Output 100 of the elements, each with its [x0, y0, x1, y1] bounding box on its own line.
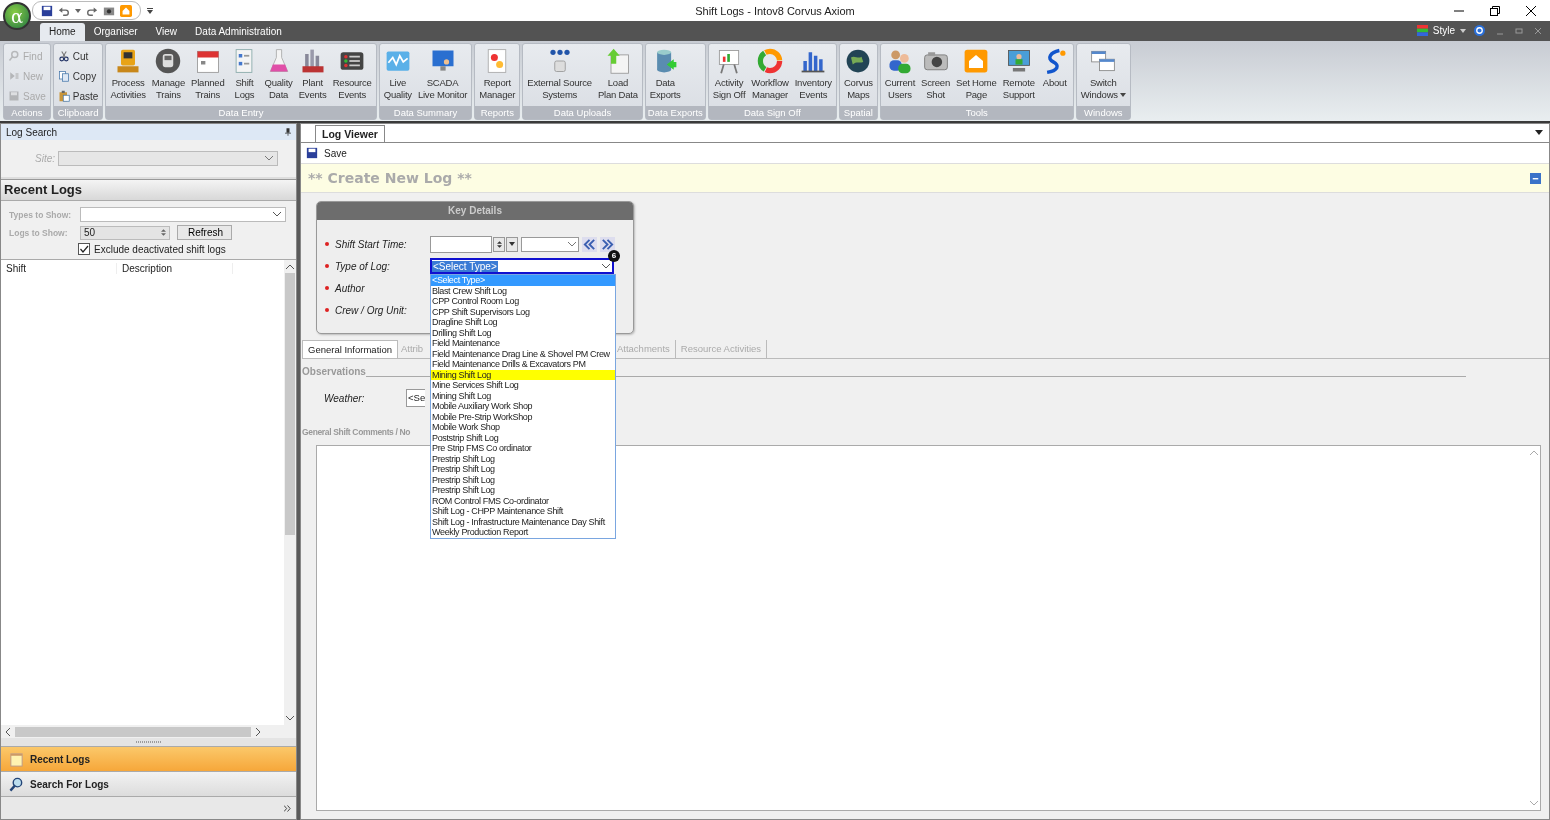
ribbon-button[interactable]: Workflow Manager	[748, 45, 792, 101]
ribbon-button[interactable]: About	[1037, 45, 1072, 89]
badge: 6	[608, 250, 620, 262]
date-field[interactable]	[430, 235, 492, 253]
field-label: Shift Start Time:	[335, 238, 408, 250]
ribbon-button[interactable]: Remote Support	[999, 45, 1038, 101]
dropdown-option[interactable]: Shift Log - Infrastructure Maintenance Day Shift	[431, 516, 615, 527]
notepad-icon	[9, 751, 24, 767]
field-label: Types to Show:	[9, 209, 73, 220]
ribbon-button[interactable]: Paste	[57, 88, 99, 104]
dropdown-option[interactable]: Mine Services Shift Log	[431, 380, 615, 391]
dropdown-option[interactable]: Dragline Shift Log	[431, 317, 615, 328]
refresh-button[interactable]: Refresh	[177, 225, 232, 240]
dropdown-button[interactable]	[506, 236, 518, 252]
pin-icon[interactable]	[285, 128, 291, 136]
ribbon-button[interactable]: Current Users	[881, 45, 919, 101]
ribbon-button[interactable]: Copy	[57, 68, 99, 84]
restore-icon[interactable]	[1490, 5, 1500, 16]
document-tab[interactable]: Log Viewer	[315, 125, 385, 142]
ribbon-button[interactable]: Manage Trains	[148, 45, 188, 101]
ribbon-button[interactable]: External Source Systems	[524, 45, 595, 101]
dropdown-option[interactable]: Drilling Shift Log	[431, 327, 615, 338]
dropdown-option[interactable]: Prestrip Shift Log	[431, 485, 615, 496]
group-label: Data Exports	[645, 106, 705, 119]
ribbon-button[interactable]: Corvus Maps	[840, 45, 876, 101]
dropdown-option[interactable]: Mobile Auxiliary Work Shop	[431, 401, 615, 412]
menu-tab[interactable]: Home	[40, 23, 85, 41]
field-label: General Shift Comments / No	[302, 427, 411, 437]
palette-icon	[1416, 25, 1428, 36]
spinner-button[interactable]	[493, 236, 505, 252]
ribbon-button[interactable]: SCADA Live Monitor	[414, 45, 471, 101]
column-header[interactable]: Description	[117, 262, 233, 274]
column-header[interactable]: Shift	[1, 262, 117, 274]
dropdown-option[interactable]: Mobile Work Shop	[431, 422, 615, 433]
ribbon-button[interactable]: Cut	[57, 48, 99, 64]
scrollbar[interactable]	[284, 260, 296, 725]
dropdown-option[interactable]: Prestrip Shift Log	[431, 453, 615, 464]
dropdown-option[interactable]: Poststrip Shift Log	[431, 432, 615, 443]
ribbon-button[interactable]: Activity Sign Off	[709, 45, 749, 101]
field-label: Author	[335, 282, 366, 294]
dropdown-option[interactable]: Pre Strip FMS Co ordinator	[431, 443, 615, 454]
ribbon-button[interactable]: Set Home Page	[953, 45, 1000, 101]
spinner-icon[interactable]	[161, 228, 166, 237]
collapse-icon[interactable]	[1530, 172, 1541, 184]
nav-button[interactable]: Recent Logs	[1, 746, 296, 771]
previous-icon[interactable]	[582, 236, 597, 252]
menu-tab[interactable]: View	[146, 23, 187, 41]
group-label: Data Sign Off	[708, 106, 836, 119]
ribbon-button[interactable]: Resource Events	[329, 45, 375, 101]
ribbon-button[interactable]: Screen Shot	[918, 45, 953, 101]
type-dropdown[interactable]: <Select Type>	[430, 258, 614, 274]
dropdown-option[interactable]: Blast Crew Shift Log	[431, 285, 615, 296]
dropdown-option[interactable]: Weekly Production Report	[431, 527, 615, 538]
menu-tab[interactable]: Organiser	[84, 23, 147, 41]
dropdown-option[interactable]: Mining Shift Log	[431, 390, 615, 401]
menu-tab[interactable]: Data Administration	[186, 23, 291, 41]
dropdown-option[interactable]: Prestrip Shift Log	[431, 464, 615, 475]
checkbox-label: Exclude deactivated shift logs	[94, 243, 226, 255]
ribbon-button[interactable]: Inventory Events	[791, 45, 835, 101]
ribbon-button[interactable]: Planned Trains	[188, 45, 228, 101]
scroll-thumb[interactable]	[15, 726, 251, 737]
ribbon-button[interactable]: Process Activities	[107, 45, 149, 101]
chevron-icon[interactable]	[284, 804, 291, 812]
ribbon-button[interactable]: Data Exports	[646, 45, 684, 101]
spinner-icon	[496, 239, 502, 249]
logs-count-field[interactable]: 50	[80, 225, 170, 240]
copy-icon	[57, 70, 70, 82]
save-icon[interactable]	[41, 4, 53, 17]
weather-dropdown[interactable]: <Se	[406, 389, 426, 407]
ribbon-button[interactable]: Live Quality	[380, 45, 415, 101]
checkbox[interactable]	[78, 243, 90, 255]
customize-icon[interactable]	[147, 7, 153, 14]
dropdown-option[interactable]: Mobile Pre-Strip WorkShop	[431, 411, 615, 422]
scroll-thumb[interactable]	[285, 273, 295, 535]
group-label: Clipboard	[53, 106, 103, 119]
comments-field[interactable]	[316, 445, 1541, 811]
ribbon-button[interactable]: Report Manager	[476, 45, 519, 101]
dropdown-option[interactable]: Field Maintenance Drills & Excavators PM	[431, 359, 615, 370]
next-icon[interactable]	[600, 236, 615, 252]
close-icon[interactable]	[1526, 5, 1536, 16]
ribbon-button[interactable]: Quality Data	[261, 45, 296, 101]
dropdown-option[interactable]: Shift Log - CHPP Maintenance Shift	[431, 506, 615, 517]
field-label: Weather:	[324, 392, 366, 404]
save-button[interactable]: Save	[306, 147, 347, 159]
caret-icon[interactable]	[1535, 130, 1543, 135]
ribbon-button[interactable]: Plant Events	[295, 45, 330, 101]
help-icon[interactable]	[1474, 25, 1485, 36]
dropdown-option[interactable]: CPP Control Room Log	[431, 296, 615, 307]
banner-title: ** Create New Log **	[308, 170, 472, 186]
ribbon-button[interactable]: Shift Logs	[227, 45, 262, 101]
dropdown-option[interactable]: CPP Shift Supervisors Log	[431, 306, 615, 317]
dropdown-option[interactable]: ROM Control FMS Co-ordinator	[431, 495, 615, 506]
style-menu[interactable]: Style	[1432, 25, 1455, 36]
nav-button[interactable]: Search For Logs	[1, 771, 296, 796]
ribbon-button[interactable]: Load Plan Data	[594, 45, 641, 101]
dropdown-option[interactable]: Mining Shift Log	[431, 369, 615, 380]
dropdown-option[interactable]: Prestrip Shift Log	[431, 474, 615, 485]
group-label: Windows	[1076, 106, 1130, 119]
tab[interactable]: General Information	[302, 340, 398, 358]
ribbon-button[interactable]: Switch Windows	[1077, 45, 1129, 101]
